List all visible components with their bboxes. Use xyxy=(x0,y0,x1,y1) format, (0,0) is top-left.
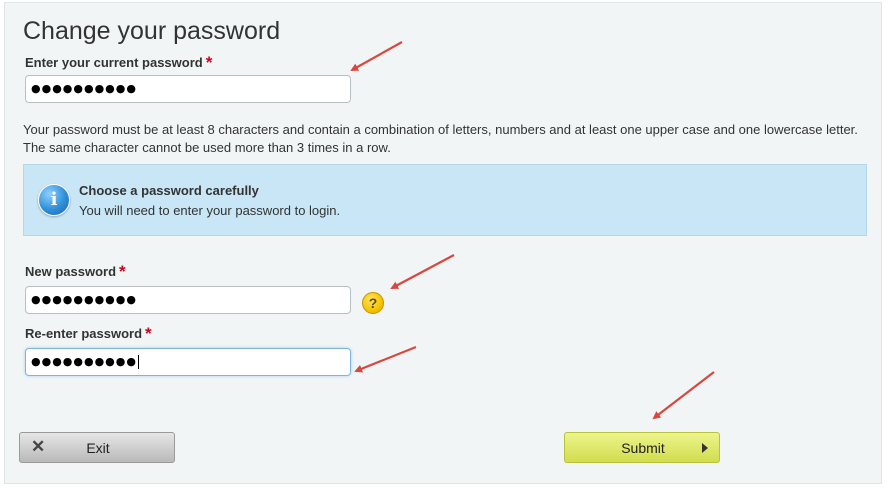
required-mark: * xyxy=(119,262,126,281)
exit-button[interactable]: ✕ Exit xyxy=(19,432,175,463)
reenter-password-value: ●●●●●●●●●● xyxy=(31,355,137,368)
change-password-panel: Change your password Enter your current … xyxy=(4,2,882,484)
password-rules-text: Your password must be at least 8 charact… xyxy=(23,122,858,155)
reenter-password-label-text: Re-enter password xyxy=(25,326,143,341)
info-box: i Choose a password carefully You will n… xyxy=(23,164,867,236)
exit-button-label: Exit xyxy=(86,440,110,456)
reenter-password-label: Re-enter password * xyxy=(25,324,152,344)
current-password-label: Enter your current password * xyxy=(25,53,212,73)
required-mark: * xyxy=(145,324,152,343)
current-password-input[interactable]: ●●●●●●●●●● xyxy=(25,75,351,103)
info-body: You will need to enter your password to … xyxy=(79,203,341,218)
submit-button-label: Submit xyxy=(621,440,665,456)
submit-button[interactable]: Submit xyxy=(564,432,720,463)
required-mark: * xyxy=(205,53,213,72)
new-password-label-text: New password xyxy=(25,264,117,279)
new-password-label: New password * xyxy=(25,262,126,282)
page-title: Change your password xyxy=(23,17,281,45)
question-mark-icon[interactable]: ? xyxy=(362,292,384,314)
arrow-right-icon xyxy=(702,443,708,453)
info-icon: i xyxy=(38,184,70,216)
new-password-value: ●●●●●●●●●● xyxy=(31,293,137,306)
reenter-password-input[interactable]: ●●●●●●●●●● xyxy=(25,348,351,376)
current-password-value: ●●●●●●●●●● xyxy=(31,82,137,95)
new-password-input[interactable]: ●●●●●●●●●● xyxy=(25,286,351,314)
current-password-label-text: Enter your current password xyxy=(25,55,203,70)
text-caret xyxy=(137,355,139,369)
info-title: Choose a password carefully xyxy=(79,183,259,198)
